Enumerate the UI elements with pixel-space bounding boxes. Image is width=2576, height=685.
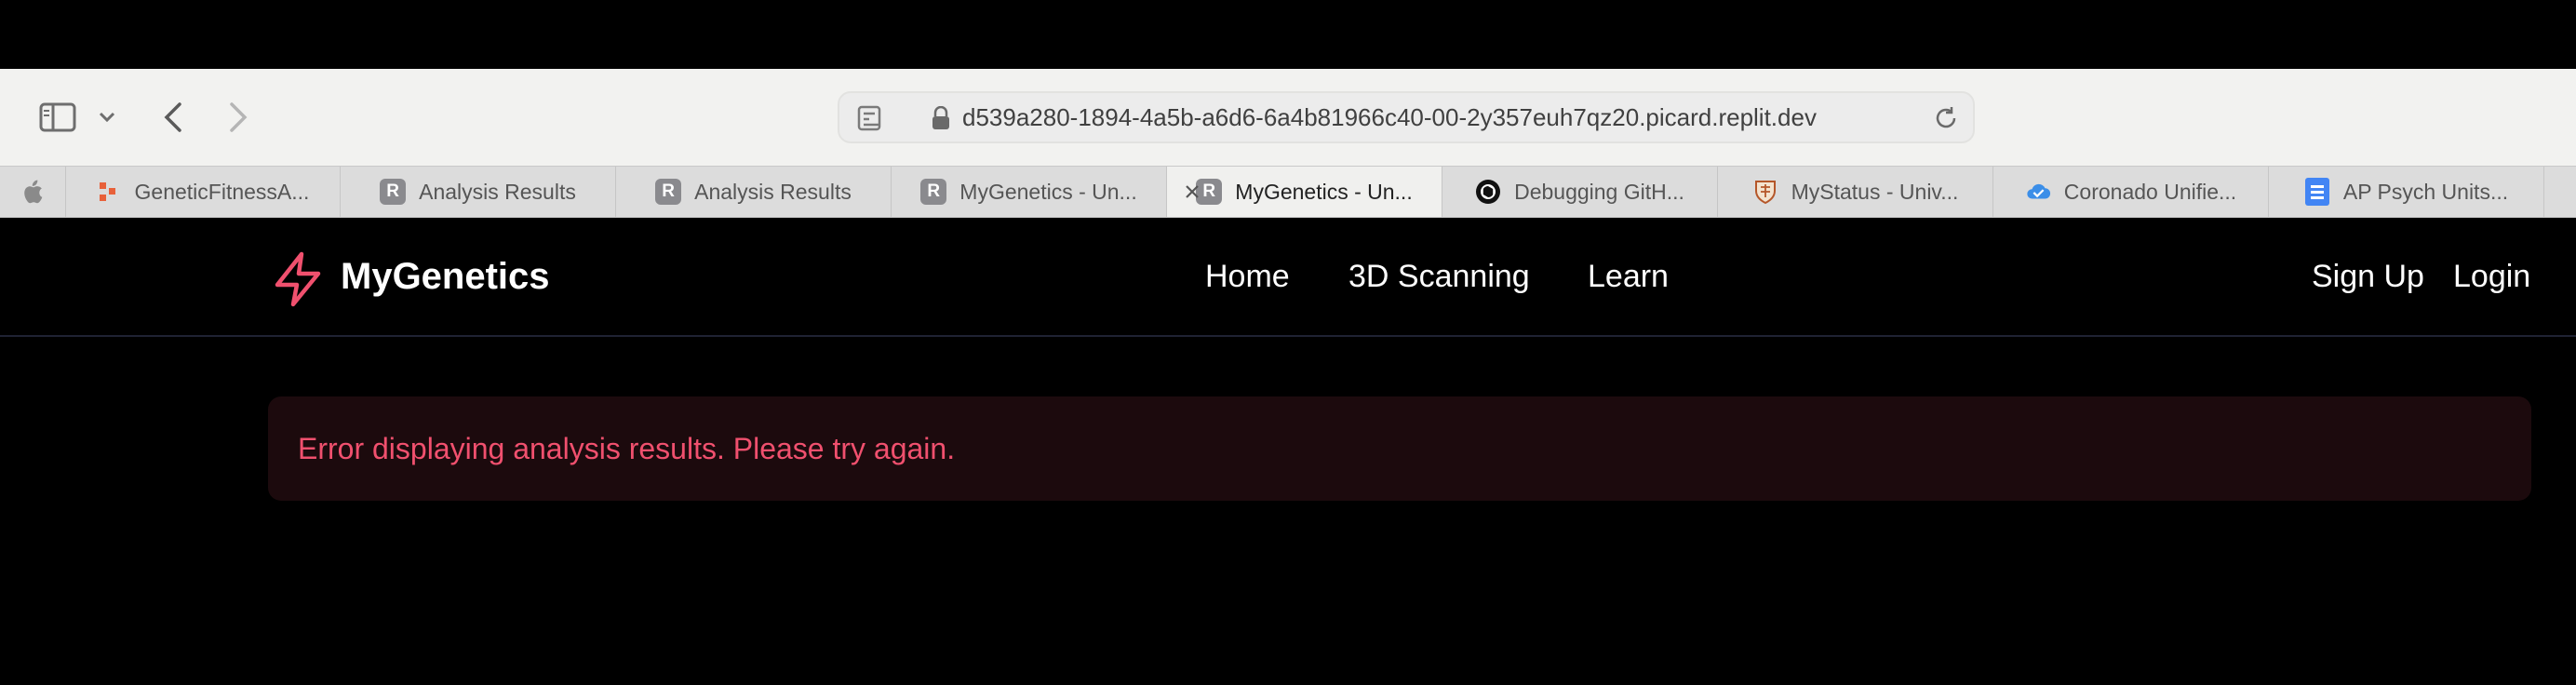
browser-toolbar: d539a280-1894-4a5b-a6d6-6a4b81966c40-00-… xyxy=(0,69,2576,166)
tab-strip: GeneticFitnessA... R Analysis Results R … xyxy=(0,166,2576,218)
signup-link[interactable]: Sign Up xyxy=(2312,246,2424,307)
lock-icon xyxy=(931,105,951,130)
chevron-down-icon[interactable] xyxy=(93,101,121,134)
close-icon[interactable] xyxy=(1180,180,1204,204)
lightning-bolt-icon[interactable] xyxy=(272,251,324,307)
forward-arrow-icon[interactable] xyxy=(221,93,255,141)
tab-label: GeneticFitnessA... xyxy=(134,179,310,204)
browser-tab[interactable]: AP Psych Units... xyxy=(2269,167,2544,217)
back-arrow-icon[interactable] xyxy=(156,93,190,141)
sidebar-toggle-icon[interactable] xyxy=(37,97,78,138)
browser-tab[interactable]: MyStatus - Univ... xyxy=(1718,167,1993,217)
tab-label: Analysis Results xyxy=(694,179,852,204)
nav-learn-link[interactable]: Learn xyxy=(1588,246,1669,307)
site-header: MyGenetics Home 3D Scanning Learn Sign U… xyxy=(0,218,2576,337)
tab-label: AP Psych Units... xyxy=(2342,179,2509,204)
apple-icon[interactable] xyxy=(0,167,66,217)
browser-tab[interactable]: R Analysis Results xyxy=(616,167,892,217)
tab-label: Analysis Results xyxy=(419,179,576,204)
browser-tab[interactable]: R MyGenetics - Un... xyxy=(892,167,1167,217)
address-bar[interactable]: d539a280-1894-4a5b-a6d6-6a4b81966c40-00-… xyxy=(838,91,1975,143)
openai-icon xyxy=(1475,179,1501,205)
browser-tab-active[interactable]: R MyGenetics - Un... xyxy=(1167,167,1442,217)
tab-label: MyGenetics - Un... xyxy=(959,179,1137,204)
tab-label: MyGenetics - Un... xyxy=(1235,179,1413,204)
url-text[interactable]: d539a280-1894-4a5b-a6d6-6a4b81966c40-00-… xyxy=(962,93,1817,141)
replit-r-icon: R xyxy=(920,179,947,205)
tab-label: Debugging GitH... xyxy=(1514,179,1684,204)
shield-crest-icon xyxy=(1752,179,1778,205)
cloud-check-icon xyxy=(2025,179,2051,205)
browser-tab[interactable]: Debugging GitH... xyxy=(1442,167,1718,217)
reload-icon[interactable] xyxy=(1932,104,1960,132)
page-menu-icon[interactable] xyxy=(856,104,884,132)
browser-tab[interactable]: GeneticFitnessA... xyxy=(65,167,341,217)
error-alert: Error displaying analysis results. Pleas… xyxy=(268,396,2531,501)
tab-label: Coronado Unifie... xyxy=(2063,179,2237,204)
brand-logo[interactable]: MyGenetics xyxy=(341,246,550,307)
replit-r-icon: R xyxy=(655,179,682,205)
browser-tab[interactable]: R Analysis Results xyxy=(341,167,616,217)
nav-3d-scanning-link[interactable]: 3D Scanning xyxy=(1348,246,1530,307)
screen-top-bar xyxy=(0,0,2576,69)
nav-home-link[interactable]: Home xyxy=(1205,246,1290,307)
fitness-app-icon xyxy=(96,179,122,205)
login-link[interactable]: Login xyxy=(2453,246,2530,307)
error-message: Error displaying analysis results. Pleas… xyxy=(298,432,956,465)
tab-label: MyStatus - Univ... xyxy=(1791,179,1959,204)
browser-tab[interactable]: Coronado Unifie... xyxy=(1993,167,2269,217)
replit-r-icon: R xyxy=(380,179,407,205)
google-docs-icon xyxy=(2304,178,2330,206)
